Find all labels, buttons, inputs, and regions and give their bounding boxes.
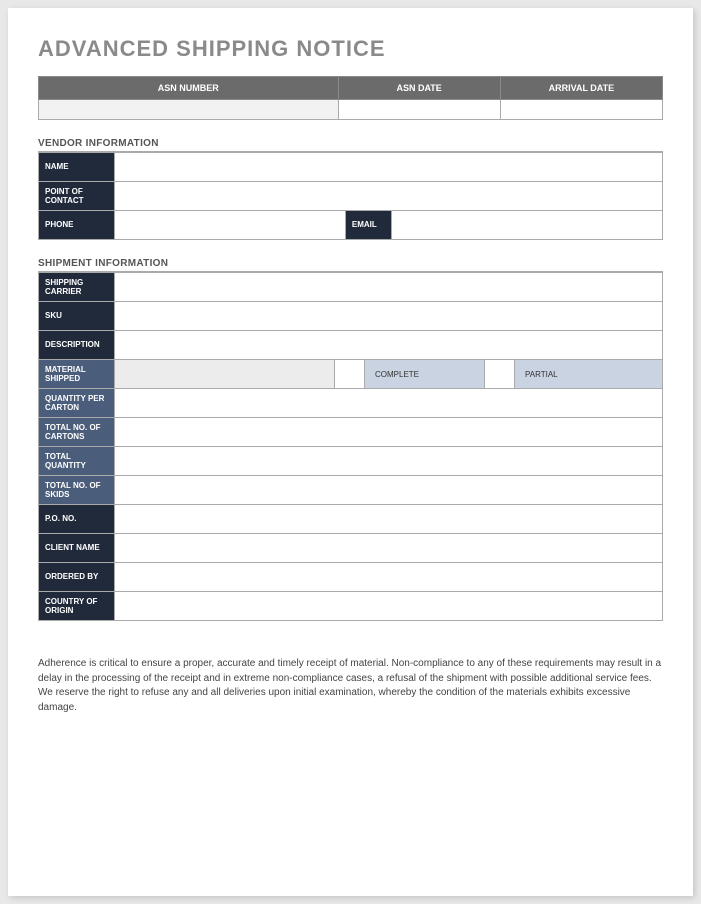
vendor-section-header: VENDOR INFORMATION: [38, 138, 663, 152]
vendor-poc-input[interactable]: [115, 182, 663, 211]
page-title: ADVANCED SHIPPING NOTICE: [38, 36, 663, 62]
vendor-phone-input[interactable]: [115, 211, 346, 240]
total-cartons-label: TOTAL NO. OF CARTONS: [39, 418, 115, 447]
country-input[interactable]: [115, 592, 663, 621]
carrier-input[interactable]: [115, 273, 663, 302]
material-input[interactable]: [115, 360, 335, 389]
qty-carton-label: QUANTITY PER CARTON: [39, 389, 115, 418]
vendor-phone-label: PHONE: [39, 211, 115, 240]
po-label: P.O. NO.: [39, 505, 115, 534]
footer-disclaimer: Adherence is critical to ensure a proper…: [38, 657, 663, 715]
asn-date-input[interactable]: [338, 100, 500, 120]
client-input[interactable]: [115, 534, 663, 563]
vendor-name-label: NAME: [39, 153, 115, 182]
vendor-table: NAME POINT OF CONTACT PHONE EMAIL: [38, 152, 663, 240]
po-input[interactable]: [115, 505, 663, 534]
vendor-poc-label: POINT OF CONTACT: [39, 182, 115, 211]
ordered-by-label: ORDERED BY: [39, 563, 115, 592]
total-qty-label: TOTAL QUANTITY: [39, 447, 115, 476]
asn-date-header: ASN DATE: [338, 77, 500, 100]
arrival-date-input[interactable]: [500, 100, 662, 120]
sku-label: SKU: [39, 302, 115, 331]
partial-label: PARTIAL: [515, 360, 663, 389]
complete-checkbox[interactable]: [335, 360, 365, 389]
client-label: CLIENT NAME: [39, 534, 115, 563]
asn-number-header: ASN NUMBER: [39, 77, 339, 100]
total-qty-input[interactable]: [115, 447, 663, 476]
total-skids-input[interactable]: [115, 476, 663, 505]
vendor-name-input[interactable]: [115, 153, 663, 182]
sku-input[interactable]: [115, 302, 663, 331]
ordered-by-input[interactable]: [115, 563, 663, 592]
vendor-email-input[interactable]: [391, 211, 662, 240]
partial-checkbox[interactable]: [485, 360, 515, 389]
material-label: MATERIAL SHIPPED: [39, 360, 115, 389]
qty-carton-input[interactable]: [115, 389, 663, 418]
shipment-table: SHIPPING CARRIER SKU DESCRIPTION MATERIA…: [38, 272, 663, 621]
description-input[interactable]: [115, 331, 663, 360]
complete-label: COMPLETE: [365, 360, 485, 389]
vendor-email-label: EMAIL: [345, 211, 391, 240]
carrier-label: SHIPPING CARRIER: [39, 273, 115, 302]
shipment-section-header: SHIPMENT INFORMATION: [38, 258, 663, 272]
page: ADVANCED SHIPPING NOTICE ASN NUMBER ASN …: [8, 8, 693, 896]
description-label: DESCRIPTION: [39, 331, 115, 360]
total-cartons-input[interactable]: [115, 418, 663, 447]
country-label: COUNTRY OF ORIGIN: [39, 592, 115, 621]
asn-number-input[interactable]: [39, 100, 339, 120]
arrival-date-header: ARRIVAL DATE: [500, 77, 662, 100]
asn-header-table: ASN NUMBER ASN DATE ARRIVAL DATE: [38, 76, 663, 120]
total-skids-label: TOTAL NO. OF SKIDS: [39, 476, 115, 505]
